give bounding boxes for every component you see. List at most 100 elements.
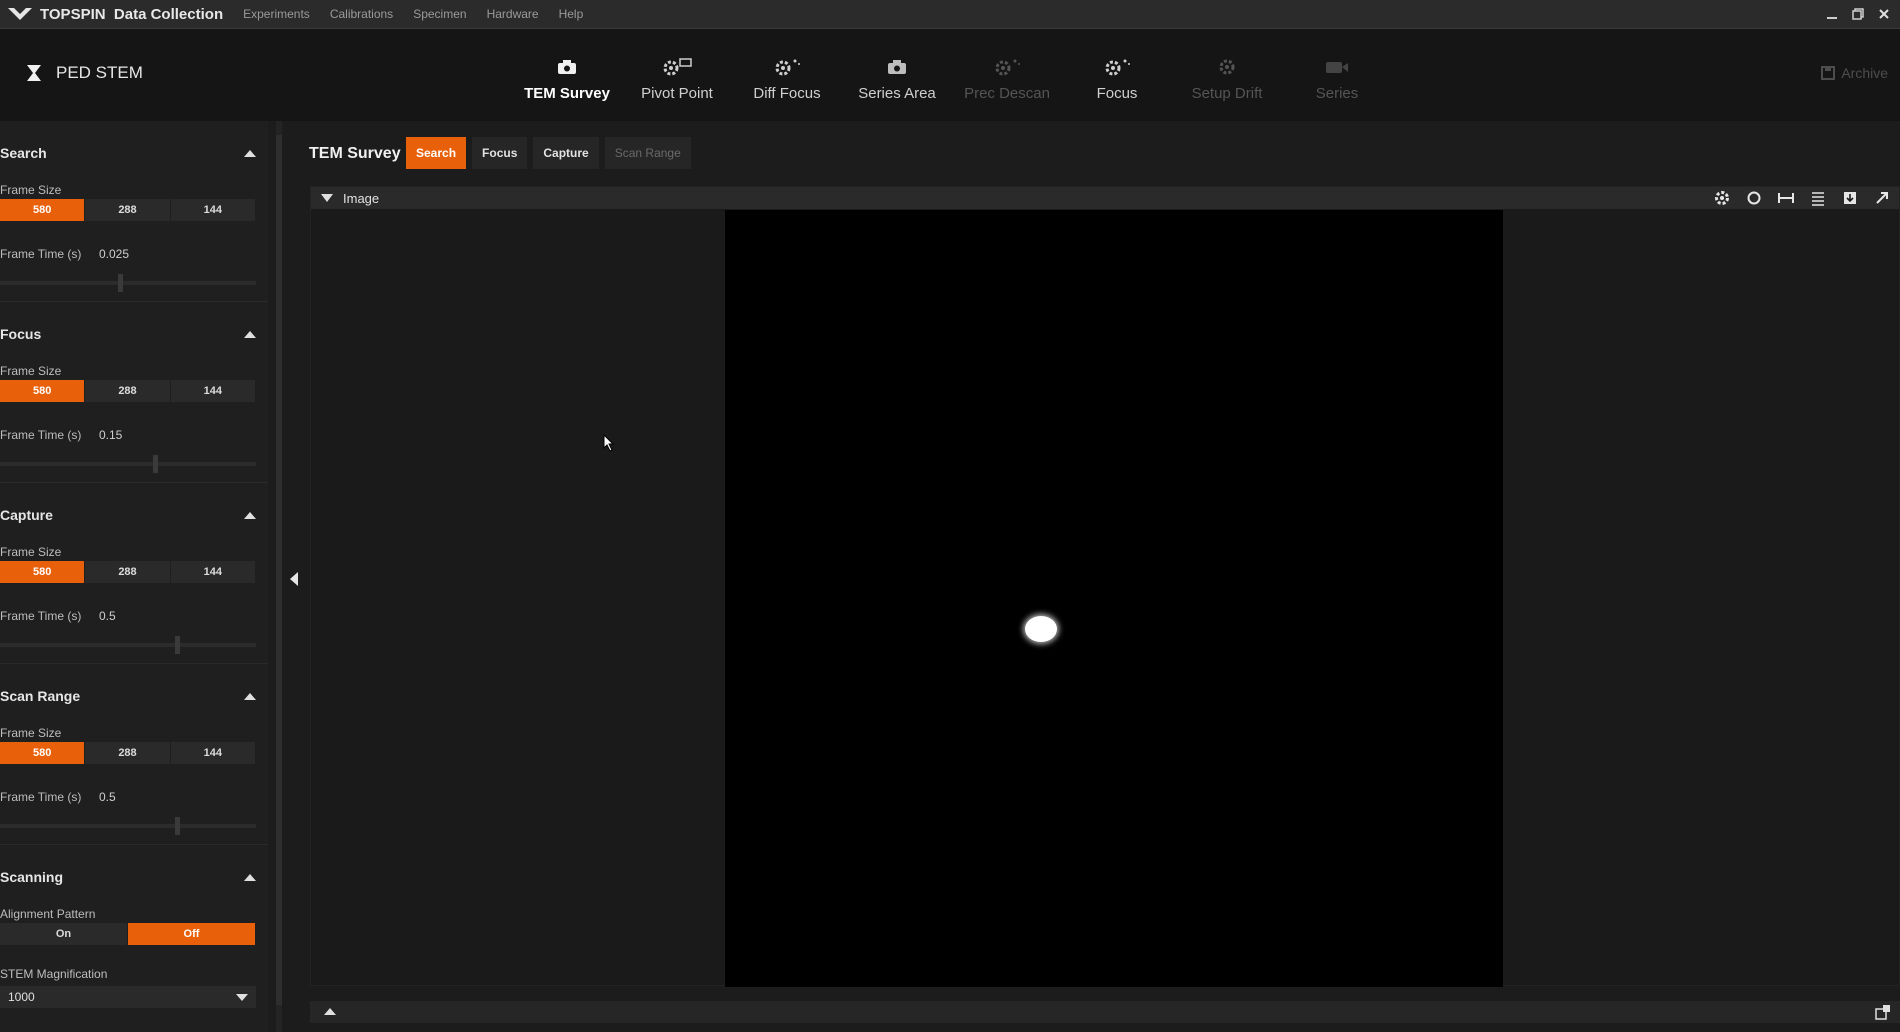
tab-capture[interactable]: Capture bbox=[533, 137, 599, 169]
frame-size-selector: 580 288 144 bbox=[0, 380, 256, 402]
frame-size-288[interactable]: 288 bbox=[85, 380, 171, 402]
chevron-up-icon[interactable] bbox=[244, 511, 256, 519]
chevron-up-icon[interactable] bbox=[244, 330, 256, 338]
workflow-step-pivot-point[interactable]: Pivot Point bbox=[622, 57, 732, 102]
tab-search[interactable]: Search bbox=[406, 137, 467, 169]
workflow-step-diff-focus[interactable]: Diff Focus bbox=[732, 57, 842, 102]
slider-thumb[interactable] bbox=[118, 274, 123, 292]
save-image-icon[interactable] bbox=[1841, 189, 1859, 207]
workflow-header: PED STEM TEM Survey Pivot Point Diff Foc… bbox=[0, 29, 1900, 121]
collapse-sidebar-icon[interactable] bbox=[290, 572, 298, 586]
settings-icon[interactable] bbox=[1713, 189, 1731, 207]
scrollbar-thumb[interactable] bbox=[276, 135, 282, 1005]
main-area: TEM Survey Search Focus Capture Scan Ran… bbox=[300, 121, 1900, 1032]
popout-icon[interactable] bbox=[1873, 189, 1891, 207]
frame-size-label: Frame Size bbox=[0, 545, 62, 559]
frame-size-144[interactable]: 144 bbox=[171, 561, 256, 583]
alignment-pattern-toggle: On Off bbox=[0, 923, 256, 945]
frame-time-label: Frame Time (s) bbox=[0, 609, 82, 623]
frame-size-selector: 580 288 144 bbox=[0, 742, 256, 764]
restore-icon[interactable] bbox=[1852, 7, 1864, 23]
close-icon[interactable] bbox=[1878, 7, 1890, 23]
section-capture: Capture Frame Size 580 288 144 Frame Tim… bbox=[0, 483, 268, 664]
mode-label: PED STEM bbox=[56, 63, 143, 82]
frame-size-580[interactable]: 580 bbox=[0, 199, 86, 221]
bottom-panel-bar bbox=[310, 1001, 1900, 1023]
workflow-step-label: Series Area bbox=[858, 85, 936, 102]
gear-icon bbox=[1217, 57, 1237, 77]
chevron-up-icon[interactable] bbox=[244, 873, 256, 881]
workflow-step-series[interactable]: Series bbox=[1282, 57, 1392, 102]
mouse-cursor-icon bbox=[603, 434, 615, 452]
list-icon[interactable] bbox=[1809, 189, 1827, 207]
frame-size-144[interactable]: 144 bbox=[171, 380, 256, 402]
section-scanning: Scanning Alignment Pattern On Off STEM M… bbox=[0, 845, 268, 1026]
workflow-step-setup-drift[interactable]: Setup Drift bbox=[1172, 57, 1282, 102]
frame-size-label: Frame Size bbox=[0, 726, 62, 740]
image-toolbar bbox=[1713, 189, 1891, 207]
image-panel: Image bbox=[310, 186, 1900, 987]
alignment-on-button[interactable]: On bbox=[0, 923, 128, 945]
section-title: Focus bbox=[0, 326, 42, 342]
workflow-step-label: TEM Survey bbox=[524, 85, 610, 102]
frame-size-288[interactable]: 288 bbox=[85, 742, 171, 764]
menu-calibrations[interactable]: Calibrations bbox=[330, 7, 393, 21]
alignment-off-button[interactable]: Off bbox=[128, 923, 256, 945]
archive-button[interactable]: Archive bbox=[1821, 65, 1888, 81]
frame-size-144[interactable]: 144 bbox=[171, 742, 256, 764]
frame-size-selector: 580 288 144 bbox=[0, 561, 256, 583]
menu-experiments[interactable]: Experiments bbox=[243, 7, 310, 21]
chevron-down-icon[interactable] bbox=[321, 194, 333, 202]
gear-sparkle-icon bbox=[991, 57, 1023, 77]
frame-size-288[interactable]: 288 bbox=[85, 199, 171, 221]
menu-help[interactable]: Help bbox=[559, 7, 584, 21]
slider-thumb[interactable] bbox=[175, 817, 180, 835]
workflow-step-tem-survey[interactable]: TEM Survey bbox=[512, 57, 622, 102]
section-title: Search bbox=[0, 145, 47, 161]
video-icon bbox=[1325, 57, 1349, 77]
gear-sparkle-icon bbox=[1101, 57, 1133, 77]
chevron-up-icon[interactable] bbox=[244, 149, 256, 157]
sidebar-scrollbar[interactable] bbox=[276, 121, 282, 1032]
page-title: TEM Survey bbox=[309, 145, 401, 162]
frame-time-slider[interactable] bbox=[0, 455, 256, 473]
chevron-up-icon[interactable] bbox=[244, 692, 256, 700]
frame-size-288[interactable]: 288 bbox=[85, 561, 171, 583]
expand-panel-icon[interactable] bbox=[1874, 1003, 1892, 1021]
circle-tool-icon[interactable] bbox=[1745, 189, 1763, 207]
gear-window-icon bbox=[661, 57, 693, 77]
frame-time-slider[interactable] bbox=[0, 274, 256, 292]
slider-thumb[interactable] bbox=[175, 636, 180, 654]
stem-magnification-select[interactable]: 1000 bbox=[0, 986, 256, 1008]
measure-tool-icon[interactable] bbox=[1777, 189, 1795, 207]
frame-size-144[interactable]: 144 bbox=[171, 199, 256, 221]
workflow-step-focus[interactable]: Focus bbox=[1062, 57, 1172, 102]
section-title: Scanning bbox=[0, 869, 64, 885]
minimize-icon[interactable] bbox=[1826, 7, 1838, 23]
frame-time-slider[interactable] bbox=[0, 817, 256, 835]
image-viewport[interactable] bbox=[725, 210, 1503, 987]
gear-sparkle-icon bbox=[771, 57, 803, 77]
mode-selector[interactable]: PED STEM bbox=[26, 63, 143, 83]
workflow-step-prec-descan[interactable]: Prec Descan bbox=[952, 57, 1062, 102]
topspin-logo-icon bbox=[0, 0, 40, 29]
frame-size-580[interactable]: 580 bbox=[0, 742, 86, 764]
menu-specimen[interactable]: Specimen bbox=[413, 7, 466, 21]
frame-size-580[interactable]: 580 bbox=[0, 561, 86, 583]
slider-thumb[interactable] bbox=[153, 455, 158, 473]
workflow-step-series-area[interactable]: Series Area bbox=[842, 57, 952, 102]
mode-tabs: Search Focus Capture Scan Range bbox=[406, 137, 691, 169]
image-panel-header: Image bbox=[311, 187, 1899, 209]
tab-scan-range[interactable]: Scan Range bbox=[604, 137, 691, 169]
workflow-step-label: Prec Descan bbox=[964, 85, 1050, 102]
title-bar: TOPSPIN Data Collection Experiments Cali… bbox=[0, 0, 1900, 29]
frame-time-slider[interactable] bbox=[0, 636, 256, 654]
frame-time-label: Frame Time (s) bbox=[0, 247, 82, 261]
section-search: Search Frame Size 580 288 144 Frame Time… bbox=[0, 121, 268, 302]
frame-time-value: 0.5 bbox=[99, 609, 116, 623]
menu-hardware[interactable]: Hardware bbox=[487, 7, 539, 21]
tab-focus[interactable]: Focus bbox=[472, 137, 528, 169]
frame-size-580[interactable]: 580 bbox=[0, 380, 86, 402]
chevron-up-icon[interactable] bbox=[324, 1007, 336, 1015]
workflow-step-label: Focus bbox=[1096, 85, 1138, 102]
